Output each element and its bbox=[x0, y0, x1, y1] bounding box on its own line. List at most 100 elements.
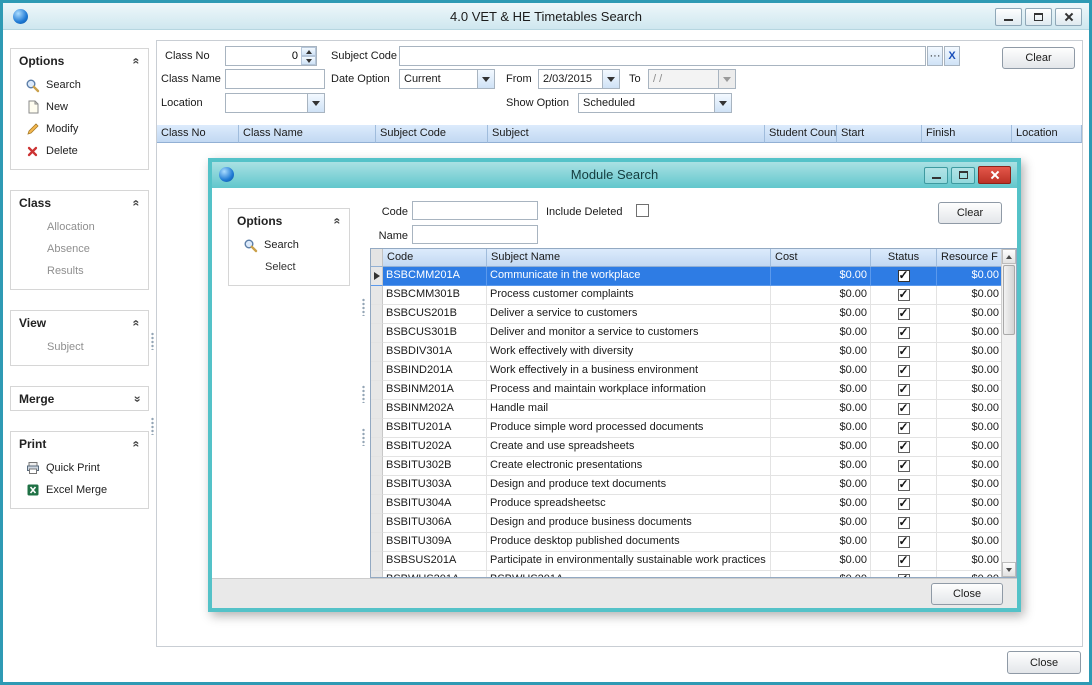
from-date-picker[interactable]: 2/03/2015 bbox=[538, 69, 620, 89]
column-header-resource-fee[interactable]: Resource F bbox=[937, 249, 1003, 267]
column-header-cost[interactable]: Cost bbox=[771, 249, 871, 267]
section-header-view[interactable]: View bbox=[11, 311, 148, 334]
column-header-subject-code[interactable]: Subject Code bbox=[376, 125, 488, 143]
main-titlebar[interactable]: 4.0 VET & HE Timetables Search bbox=[3, 3, 1089, 30]
sidebar-item-modify[interactable]: Modify bbox=[11, 118, 148, 140]
section-header-merge[interactable]: Merge bbox=[11, 387, 148, 410]
status-checkbox[interactable] bbox=[898, 308, 910, 320]
dialog-maximize-button[interactable] bbox=[951, 167, 975, 184]
table-row[interactable]: BSBITU202A Create and use spreadsheets $… bbox=[371, 438, 1003, 457]
subject-code-clear-button[interactable]: X bbox=[944, 46, 960, 66]
date-option-select[interactable]: Current bbox=[399, 69, 495, 89]
section-header-class[interactable]: Class bbox=[11, 191, 148, 214]
status-checkbox[interactable] bbox=[898, 327, 910, 339]
status-checkbox[interactable] bbox=[898, 479, 910, 491]
table-row[interactable]: BSBITU306A Design and produce business d… bbox=[371, 514, 1003, 533]
dialog-section-header-options[interactable]: Options bbox=[229, 209, 349, 232]
dialog-item-search[interactable]: Search bbox=[229, 234, 349, 256]
table-row[interactable]: BSBSUS201A Participate in environmentall… bbox=[371, 552, 1003, 571]
maximize-button[interactable] bbox=[1025, 8, 1052, 26]
name-input[interactable] bbox=[412, 225, 538, 244]
column-header-subject-name[interactable]: Subject Name bbox=[487, 249, 771, 267]
column-header-location[interactable]: Location bbox=[1012, 125, 1082, 143]
status-checkbox[interactable] bbox=[898, 289, 910, 301]
sidebar-item-subject[interactable]: Subject bbox=[11, 336, 148, 358]
column-header-class-name[interactable]: Class Name bbox=[239, 125, 376, 143]
to-date-picker[interactable]: / / bbox=[648, 69, 736, 89]
column-header-finish[interactable]: Finish bbox=[922, 125, 1012, 143]
dialog-close-button[interactable] bbox=[978, 166, 1011, 184]
table-row[interactable]: BSBCMM201A Communicate in the workplace … bbox=[371, 267, 1003, 286]
status-checkbox[interactable] bbox=[898, 346, 910, 358]
spin-up-button[interactable] bbox=[301, 47, 316, 56]
table-row[interactable]: BSBITU304A Produce spreadsheetsc $0.00 $… bbox=[371, 495, 1003, 514]
spin-down-button[interactable] bbox=[301, 56, 316, 65]
status-checkbox[interactable] bbox=[898, 574, 910, 577]
location-select[interactable] bbox=[225, 93, 325, 113]
scrollbar-thumb[interactable] bbox=[1003, 265, 1015, 335]
include-deleted-checkbox[interactable] bbox=[636, 204, 649, 217]
subject-code-input[interactable] bbox=[399, 46, 926, 66]
dialog-item-select[interactable]: Select bbox=[229, 256, 349, 278]
table-row[interactable]: BSBITU302B Create electronic presentatio… bbox=[371, 457, 1003, 476]
status-checkbox[interactable] bbox=[898, 403, 910, 415]
table-row[interactable]: BSBINM201A Process and maintain workplac… bbox=[371, 381, 1003, 400]
dialog-minimize-button[interactable] bbox=[924, 167, 948, 184]
table-row[interactable]: BSBWHS201A BSBWHS201A $0.00 $0.00 bbox=[371, 571, 1003, 577]
table-row[interactable]: BSBCUS301B Deliver and monitor a service… bbox=[371, 324, 1003, 343]
table-row[interactable]: BSBDIV301A Work effectively with diversi… bbox=[371, 343, 1003, 362]
sidebar-item-search[interactable]: Search bbox=[11, 74, 148, 96]
status-checkbox[interactable] bbox=[898, 365, 910, 377]
table-row[interactable]: BSBITU201A Produce simple word processed… bbox=[371, 419, 1003, 438]
column-header-status[interactable]: Status bbox=[871, 249, 937, 267]
table-row[interactable]: BSBITU303A Design and produce text docum… bbox=[371, 476, 1003, 495]
sidebar-item-quick-print[interactable]: Quick Print bbox=[11, 457, 148, 479]
table-row[interactable]: BSBITU309A Produce desktop published doc… bbox=[371, 533, 1003, 552]
column-header-student-count[interactable]: Student Count bbox=[765, 125, 837, 143]
section-header-options[interactable]: Options bbox=[11, 49, 148, 72]
dialog-titlebar[interactable]: Module Search bbox=[212, 162, 1017, 188]
code-input[interactable] bbox=[412, 201, 538, 220]
status-checkbox[interactable] bbox=[898, 555, 910, 567]
class-name-input[interactable] bbox=[225, 69, 325, 89]
table-row[interactable]: BSBIND201A Work effectively in a busines… bbox=[371, 362, 1003, 381]
minimize-button[interactable] bbox=[995, 8, 1022, 26]
column-header-code[interactable]: Code bbox=[383, 249, 487, 267]
table-row[interactable]: BSBCMM301B Process customer complaints $… bbox=[371, 286, 1003, 305]
show-option-select[interactable]: Scheduled bbox=[578, 93, 732, 113]
dialog-clear-button[interactable]: Clear bbox=[938, 202, 1002, 224]
close-window-button[interactable] bbox=[1055, 8, 1082, 26]
status-checkbox[interactable] bbox=[898, 422, 910, 434]
sidebar-item-allocation[interactable]: Allocation bbox=[11, 216, 148, 238]
clear-button[interactable]: Clear bbox=[1002, 47, 1075, 69]
sidebar-item-new[interactable]: New bbox=[11, 96, 148, 118]
status-checkbox[interactable] bbox=[898, 384, 910, 396]
status-checkbox[interactable] bbox=[898, 536, 910, 548]
status-checkbox[interactable] bbox=[898, 498, 910, 510]
close-button[interactable]: Close bbox=[1007, 651, 1081, 674]
code-label: Code bbox=[372, 203, 408, 222]
scroll-up-button[interactable] bbox=[1002, 249, 1016, 264]
status-checkbox[interactable] bbox=[898, 460, 910, 472]
dialog-close-footer-button[interactable]: Close bbox=[931, 583, 1003, 605]
status-checkbox[interactable] bbox=[898, 441, 910, 453]
table-row[interactable]: BSBINM202A Handle mail $0.00 $0.00 bbox=[371, 400, 1003, 419]
sidebar-item-results[interactable]: Results bbox=[11, 260, 148, 282]
window-controls bbox=[995, 8, 1082, 26]
sidebar-item-absence[interactable]: Absence bbox=[11, 238, 148, 260]
status-checkbox[interactable] bbox=[898, 270, 910, 282]
chevron-up-icon bbox=[334, 214, 341, 228]
subject-code-lookup-button[interactable]: ··· bbox=[927, 46, 943, 66]
column-header-class-no[interactable]: Class No bbox=[157, 125, 239, 143]
section-header-print[interactable]: Print bbox=[11, 432, 148, 455]
scroll-down-button[interactable] bbox=[1002, 562, 1016, 577]
table-row[interactable]: BSBCUS201B Deliver a service to customer… bbox=[371, 305, 1003, 324]
sidebar-item-excel-merge[interactable]: Excel Merge bbox=[11, 479, 148, 501]
status-checkbox[interactable] bbox=[898, 517, 910, 529]
vertical-scrollbar[interactable] bbox=[1001, 249, 1016, 577]
column-header-subject[interactable]: Subject bbox=[488, 125, 765, 143]
sidebar-splitter[interactable] bbox=[149, 42, 156, 602]
sidebar-item-delete[interactable]: Delete bbox=[11, 140, 148, 162]
dialog-splitter[interactable] bbox=[360, 205, 367, 575]
column-header-start[interactable]: Start bbox=[837, 125, 922, 143]
